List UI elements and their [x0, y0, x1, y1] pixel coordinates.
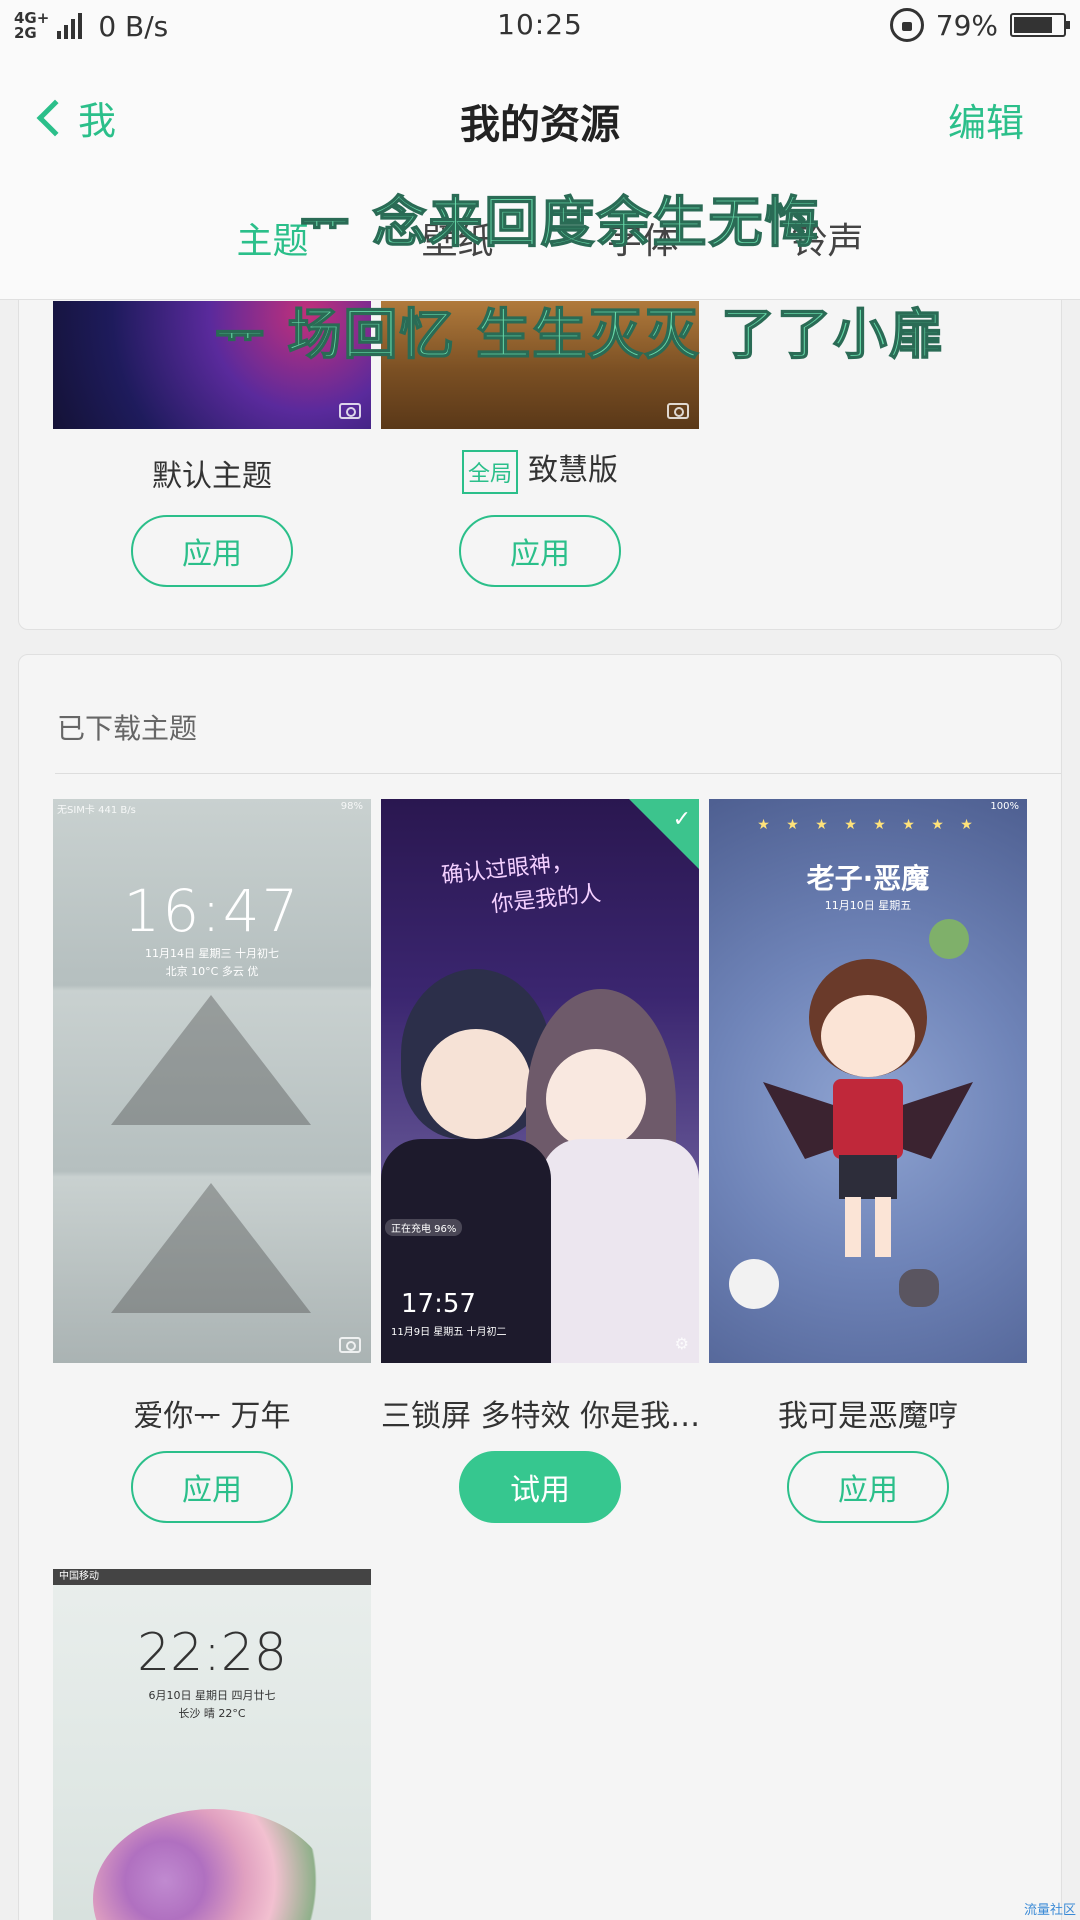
installed-themes-card: 默认主题 全局 致慧版 应用 应用	[18, 270, 1062, 630]
tab-font[interactable]: 字体	[606, 212, 678, 264]
status-bar: 4G+ 2G 0 B/s 10:25 79%	[0, 0, 1080, 52]
check-icon: ✓	[672, 807, 691, 832]
status-right: 79%	[889, 8, 1070, 42]
content-area: 默认主题 全局 致慧版 应用 应用 已下载主题 无SIM卡 441 B/s 98%…	[0, 270, 1080, 1920]
preview-date: 6月10日 星期日 四月廿七	[148, 1689, 276, 1702]
try-button[interactable]: 试用	[459, 1451, 621, 1523]
theme-name: 爱你ᅲ 万年	[133, 1399, 291, 1434]
preview-date: 11月10日 星期五	[824, 899, 912, 912]
girl-face	[546, 1049, 646, 1149]
cat-image	[899, 1269, 939, 1307]
battery-icon	[1010, 13, 1070, 37]
flower-bouquet	[93, 1809, 333, 1920]
camera-icon	[667, 403, 689, 419]
theme-preview-global[interactable]	[381, 301, 699, 429]
apply-button[interactable]: 应用	[131, 515, 293, 587]
battery-level	[1014, 17, 1052, 33]
preview-charging: 正在充电 96%	[385, 1219, 463, 1236]
preview-date: 11月9日 星期五 十月初二	[391, 1327, 507, 1338]
tab-theme[interactable]: 主题	[236, 212, 308, 264]
ghost-image	[729, 1259, 779, 1309]
devil-shorts	[839, 1155, 897, 1199]
theme-name: 我可是恶魔哼	[778, 1399, 958, 1434]
theme-name: 致慧版	[528, 453, 618, 488]
theme-name: 默认主题	[152, 459, 272, 494]
tab-ringtone[interactable]: 铃声	[791, 212, 863, 264]
app-header: 我 我的资源 编辑 主题 壁纸 字体 铃声	[0, 52, 1080, 300]
apply-button[interactable]: 应用	[787, 1451, 949, 1523]
devil-face	[821, 995, 915, 1077]
tab-wallpaper[interactable]: 壁纸	[421, 212, 493, 264]
preview-weather: 长沙 晴 22°C	[178, 1707, 246, 1720]
cactus-image	[929, 919, 969, 959]
devil-leg	[845, 1197, 861, 1257]
preview-clock: 16:47	[123, 877, 301, 945]
apply-button[interactable]: 应用	[459, 515, 621, 587]
preview-clock: 17:57	[401, 1289, 476, 1319]
battery-percent: 79%	[935, 8, 998, 42]
preview-clock: 22:28	[137, 1623, 287, 1683]
girl-sweater	[541, 1139, 699, 1363]
hands-image	[111, 1183, 311, 1313]
apply-button[interactable]: 应用	[131, 1451, 293, 1523]
theme-preview-love[interactable]: 无SIM卡 441 B/s 98% 16:47 11月14日 星期三 十月初七 …	[53, 799, 371, 1363]
camera-icon	[339, 403, 361, 419]
devil-leg	[875, 1197, 891, 1257]
watermark-text: 流量社区	[1023, 1903, 1076, 1918]
page-title: 我的资源	[460, 102, 620, 148]
edit-button[interactable]: 编辑	[948, 92, 1024, 147]
hands-image	[111, 995, 311, 1125]
preview-status: 中国移动	[53, 1569, 371, 1585]
divider	[55, 773, 1061, 774]
rotation-lock-icon	[889, 8, 924, 42]
settings-icon: ⚙	[674, 1334, 689, 1353]
preview-status: 无SIM卡 441 B/s	[57, 805, 136, 816]
preview-status-battery: 100%	[990, 801, 1019, 812]
theme-name: 三锁屏 多特效 你是我…	[381, 1399, 701, 1434]
preview-date: 11月14日 星期三 十月初七	[145, 947, 279, 960]
star-garland: ★ ★ ★ ★ ★ ★ ★ ★	[757, 817, 979, 833]
camera-icon	[339, 1337, 361, 1353]
theme-preview-default[interactable]	[53, 301, 371, 429]
downloaded-themes-card: 已下载主题 无SIM卡 441 B/s 98% 16:47 11月14日 星期三…	[18, 654, 1062, 1920]
theme-preview-couple[interactable]: ✓ 确认过眼神， 你是我的人 正在充电 96% 17:57 11月9日 星期五 …	[381, 799, 699, 1363]
global-badge: 全局	[461, 449, 518, 494]
section-title: 已下载主题	[57, 712, 198, 745]
theme-preview-flowers[interactable]: 中国移动 22:28 6月10日 星期日 四月廿七 长沙 晴 22°C	[53, 1569, 371, 1920]
preview-title: 老子·恶魔	[806, 862, 930, 895]
theme-name-global: 全局 致慧版	[381, 445, 699, 494]
preview-weather: 北京 10°C 多云 优	[165, 965, 259, 978]
devil-vest	[833, 1079, 903, 1159]
theme-preview-devil[interactable]: 100% ★ ★ ★ ★ ★ ★ ★ ★ 老子·恶魔 11月10日 星期五	[709, 799, 1027, 1363]
preview-status-battery: 98%	[340, 801, 363, 812]
tab-bar: 主题 壁纸 字体 铃声	[0, 212, 1080, 264]
boy-face	[421, 1029, 531, 1139]
